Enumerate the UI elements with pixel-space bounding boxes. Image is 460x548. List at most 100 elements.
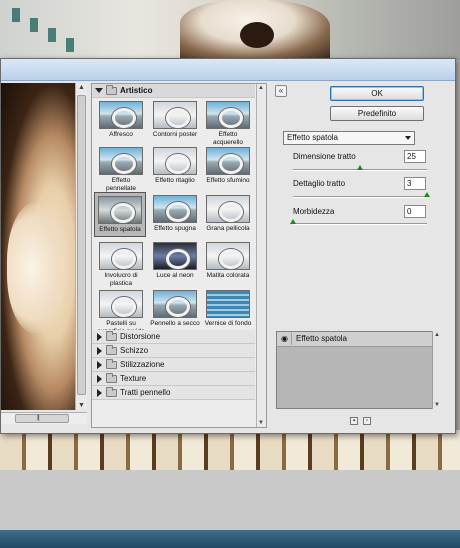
folder-icon: [106, 386, 117, 397]
folder-icon: [106, 358, 117, 369]
filter-thumbnail: [206, 242, 250, 270]
scroll-up-icon[interactable]: ▲: [434, 332, 440, 338]
filter-label: Grana pellicola: [206, 225, 250, 232]
category-label: Distorsione: [120, 332, 161, 341]
background-pattern: [0, 430, 460, 470]
category-schizzo[interactable]: Schizzo: [92, 344, 255, 358]
filter-gallery-dialog: ▲ ▼ ||| Artistico Affresco Contorni post…: [0, 58, 456, 434]
filter-tile[interactable]: Effetto spugna: [150, 195, 200, 233]
filter-thumbnail: [153, 242, 197, 270]
filter-label: Effetto sfumino: [206, 177, 250, 184]
background-taskbar: [0, 530, 460, 548]
dimensione-tratto-input[interactable]: 25: [404, 150, 426, 163]
filter-tile[interactable]: Effetto ritaglio: [150, 147, 200, 185]
filter-label: Pennello a secco: [150, 320, 200, 327]
morbidezza-slider[interactable]: [293, 223, 427, 225]
eye-icon[interactable]: ◉: [278, 333, 292, 345]
morbidezza-input[interactable]: 0: [404, 205, 426, 218]
filter-tile[interactable]: Grana pellicola: [203, 195, 253, 233]
category-label: Texture: [120, 374, 147, 383]
expand-right-icon: [97, 360, 102, 369]
expand-right-icon: [97, 374, 102, 383]
default-button[interactable]: Predefinito: [330, 106, 424, 121]
chevron-down-icon: [405, 136, 411, 140]
effects-scrollbar[interactable]: ▲ ▼: [432, 331, 441, 409]
param-label-dettaglio-tratto: Dettaglio tratto: [293, 179, 346, 188]
dettaglio-tratto-input[interactable]: 3: [404, 177, 426, 190]
new-effect-layer-icon[interactable]: ▪: [350, 417, 358, 425]
delete-effect-layer-icon[interactable]: ▫: [363, 417, 371, 425]
category-tratti-pennello[interactable]: Tratti pennello: [92, 386, 255, 400]
filter-thumbnail: [206, 147, 250, 175]
filter-tile[interactable]: Luce al neon: [150, 242, 200, 280]
background-canvas-top: [0, 0, 460, 60]
effect-layer-name: Effetto spatola: [296, 334, 347, 343]
scroll-down-icon[interactable]: ▼: [434, 402, 440, 408]
category-texture[interactable]: Texture: [92, 372, 255, 386]
gallery-scrollbar[interactable]: ▲ ▼: [256, 84, 266, 427]
filter-tile-selected[interactable]: Effetto spatola: [94, 192, 146, 237]
category-label: Artistico: [120, 86, 153, 95]
filter-label: Effetto spatola: [99, 226, 141, 233]
filter-thumbnail-grid: Affresco Contorni poster Effetto acquere…: [92, 99, 255, 344]
slider-knob[interactable]: [424, 192, 430, 197]
filter-tile[interactable]: Involucro di plastica: [96, 242, 146, 287]
filter-thumbnail: [153, 290, 197, 318]
filter-tile[interactable]: Effetto pennellate: [96, 147, 146, 192]
image-preview[interactable]: [1, 83, 75, 410]
category-stilizzazione[interactable]: Stilizzazione: [92, 358, 255, 372]
background-figure-detail: [240, 22, 274, 48]
filter-thumbnail: [99, 242, 143, 270]
filter-tile[interactable]: Effetto acquerello: [203, 101, 253, 146]
scrollbar-thumb[interactable]: [77, 95, 86, 395]
scrollbar-thumb[interactable]: [15, 414, 69, 423]
category-distorsione[interactable]: Distorsione: [92, 330, 255, 344]
scroll-down-icon[interactable]: ▼: [78, 402, 85, 409]
background-canvas-bottom: [0, 430, 460, 548]
filter-tile[interactable]: Contorni poster: [150, 101, 200, 139]
expand-right-icon: [97, 388, 102, 397]
scroll-up-icon[interactable]: ▲: [258, 85, 264, 91]
scroll-down-icon[interactable]: ▼: [258, 420, 264, 426]
category-label: Stilizzazione: [120, 360, 165, 369]
filter-label: Affresco: [109, 131, 133, 138]
category-label: Schizzo: [120, 346, 149, 355]
filter-tile[interactable]: Matita colorata: [203, 242, 253, 280]
filter-thumbnail: [206, 195, 250, 223]
filter-label: Effetto ritaglio: [155, 177, 195, 184]
expand-right-icon: [97, 332, 102, 341]
filter-label: Luce al neon: [156, 272, 194, 279]
filter-tile[interactable]: Pennello a secco: [150, 290, 200, 328]
collapse-gallery-button[interactable]: «: [275, 85, 287, 97]
filter-thumbnail: [153, 147, 197, 175]
effect-layer-row[interactable]: ◉ Effetto spatola: [277, 332, 440, 347]
filter-tile[interactable]: Pastelli su superficie ruvida: [96, 290, 146, 335]
param-label-dimensione-tratto: Dimensione tratto: [293, 152, 356, 161]
ok-button[interactable]: OK: [330, 86, 424, 101]
dettaglio-tratto-slider[interactable]: [293, 196, 427, 198]
folder-icon: [106, 372, 117, 383]
filter-dropdown[interactable]: Effetto spatola: [283, 131, 415, 145]
dialog-titlebar[interactable]: [1, 59, 455, 81]
background-mark: [12, 8, 20, 22]
preview-horizontal-scrollbar[interactable]: |||: [1, 412, 87, 424]
preview-highlight: [7, 203, 67, 333]
filter-tile[interactable]: Vernice di fondo: [203, 290, 253, 328]
scroll-up-icon[interactable]: ▲: [78, 84, 85, 91]
filter-category-list: Distorsione Schizzo Stilizzazione Textur…: [92, 330, 255, 400]
filter-label: Effetto spugna: [154, 225, 196, 232]
category-label: Tratti pennello: [120, 388, 171, 397]
category-artistico[interactable]: Artistico: [92, 84, 255, 98]
slider-knob[interactable]: [357, 165, 363, 170]
slider-knob[interactable]: [290, 219, 296, 224]
filter-thumbnail: [99, 101, 143, 129]
filter-thumbnail: [153, 195, 197, 223]
filter-label: Involucro di plastica: [104, 272, 138, 287]
background-mark: [66, 38, 74, 52]
filter-tile[interactable]: Affresco: [96, 101, 146, 139]
filter-tile[interactable]: Effetto sfumino: [203, 147, 253, 185]
grip-icon: |||: [37, 415, 40, 421]
param-label-morbidezza: Morbidezza: [293, 207, 335, 216]
preview-vertical-scrollbar[interactable]: ▲ ▼: [75, 83, 87, 410]
background-mark: [30, 18, 38, 32]
